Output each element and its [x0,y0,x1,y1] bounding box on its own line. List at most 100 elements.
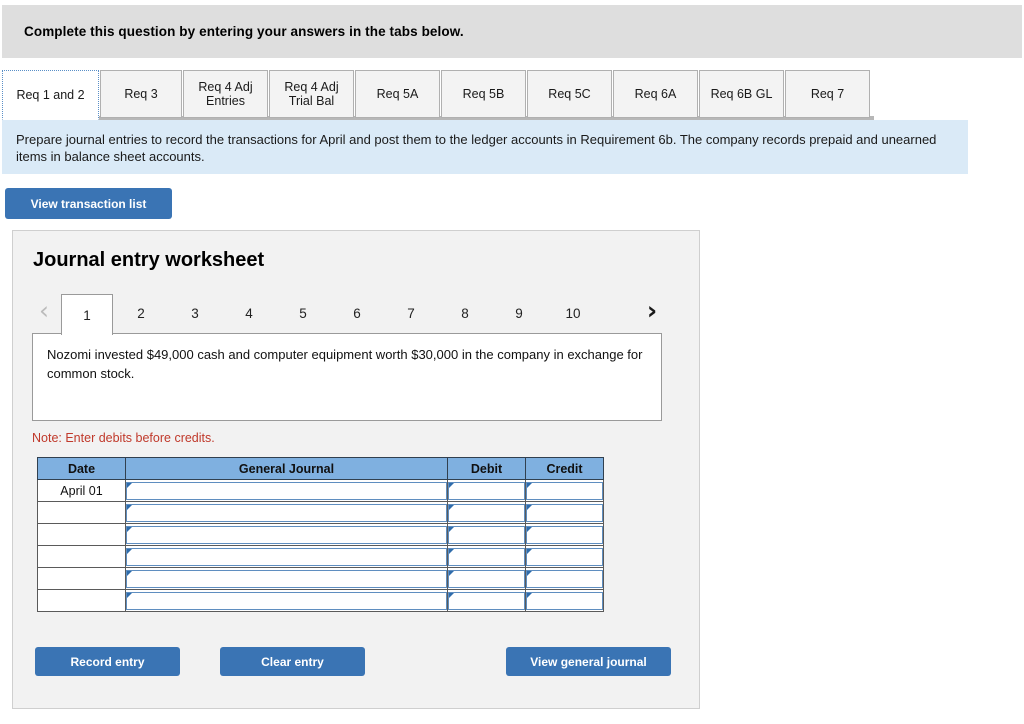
table-row [37,545,604,568]
cell-date[interactable] [37,501,126,524]
question-instruction-text: Complete this question by entering your … [24,24,464,39]
general-journal-input[interactable] [126,547,447,566]
credit-input[interactable] [526,525,603,544]
cell-general-journal [125,567,448,590]
table-row [37,589,604,612]
pager-page-6[interactable]: 6 [331,294,383,333]
tab-req-4-adj-entries[interactable]: Req 4 Adj Entries [183,70,268,118]
credit-input[interactable] [526,569,603,588]
tab-req-3[interactable]: Req 3 [100,70,182,118]
cell-general-journal [125,545,448,568]
credit-input[interactable] [526,481,603,500]
tab-req-5c[interactable]: Req 5C [527,70,612,118]
cell-credit [525,479,604,502]
tab-label: Req 5B [462,87,505,101]
cell-credit [525,501,604,524]
tab-req-6a[interactable]: Req 6A [613,70,698,118]
general-journal-input[interactable] [126,525,447,544]
tab-label: Req 6A [634,87,677,101]
cell-debit [447,567,526,590]
pager-page-4[interactable]: 4 [223,294,275,333]
cell-date[interactable] [37,523,126,546]
tab-label: Req 3 [124,87,158,101]
requirement-tabs: Req 1 and 2 Req 3 Req 4 Adj Entries Req 4 A… [2,70,1022,120]
cell-credit [525,589,604,612]
general-journal-input[interactable] [126,569,447,588]
chevron-right-icon[interactable]: › [639,297,665,327]
debit-input[interactable] [448,591,525,610]
view-transaction-list-button[interactable]: View transaction list [5,188,172,219]
tab-req-5a[interactable]: Req 5A [355,70,440,118]
cell-date[interactable]: April 01 [37,479,126,502]
journal-entry-worksheet-panel: Journal entry worksheet ‹ 1 2 3 4 5 6 7 8 9 10 › … [12,230,700,709]
pager-page-1[interactable]: 1 [61,294,113,335]
tab-req-5b[interactable]: Req 5B [441,70,526,118]
column-header-credit: Credit [525,457,604,480]
tab-label: Req 4 Adj Entries [198,80,253,108]
pager-page-7[interactable]: 7 [385,294,437,333]
record-entry-button[interactable]: Record entry [35,647,180,676]
credit-input[interactable] [526,591,603,610]
transaction-description-text: Nozomi invested $49,000 cash and compute… [47,347,643,381]
pager-page-8[interactable]: 8 [439,294,491,333]
cell-date[interactable] [37,589,126,612]
pager-page-2[interactable]: 2 [115,294,167,333]
table-row [37,567,604,590]
tab-req-1-and-2[interactable]: Req 1 and 2 [2,70,99,120]
worksheet-pager: ‹ 1 2 3 4 5 6 7 8 9 10 › [31,291,681,335]
table-row: April 01 [37,479,604,502]
cell-date[interactable] [37,545,126,568]
table-header-row: Date General Journal Debit Credit [37,457,604,480]
tab-req-4-adj-trial-bal[interactable]: Req 4 Adj Trial Bal [269,70,354,118]
question-header-bar: Complete this question by entering your … [2,5,1022,58]
debit-input[interactable] [448,525,525,544]
credit-input[interactable] [526,547,603,566]
table-row [37,501,604,524]
clear-entry-button[interactable]: Clear entry [220,647,365,676]
debit-input[interactable] [448,503,525,522]
journal-entry-table: Date General Journal Debit Credit April … [37,457,604,612]
tab-label: Req 7 [810,87,845,101]
requirement-info-text: Prepare journal entries to record the tr… [16,132,937,164]
pager-page-5[interactable]: 5 [277,294,329,333]
tab-label: Req 1 and 2 [16,88,85,102]
page-root: Complete this question by entering your … [0,0,1024,724]
worksheet-title: Journal entry worksheet [33,249,265,271]
tab-label: Req 4 Adj Trial Bal [284,80,339,108]
cell-general-journal [125,501,448,524]
pager-page-9[interactable]: 9 [493,294,545,333]
transaction-description-box: Nozomi invested $49,000 cash and compute… [32,333,662,421]
chevron-left-icon[interactable]: ‹ [31,297,57,327]
requirement-info-banner: Prepare journal entries to record the tr… [2,120,968,174]
general-journal-input[interactable] [126,481,447,500]
cell-debit [447,589,526,612]
general-journal-input[interactable] [126,503,447,522]
cell-date[interactable] [37,567,126,590]
cell-credit [525,523,604,546]
tab-label: Req 6B GL [710,87,773,101]
debit-input[interactable] [448,569,525,588]
cell-general-journal [125,479,448,502]
cell-debit [447,479,526,502]
pager-page-10[interactable]: 10 [547,294,599,333]
debit-input[interactable] [448,481,525,500]
cell-credit [525,545,604,568]
tab-req-6b-gl[interactable]: Req 6B GL [699,70,784,118]
tab-label: Req 5A [376,87,419,101]
debits-before-credits-note: Note: Enter debits before credits. [32,431,215,445]
column-header-date: Date [37,457,126,480]
cell-debit [447,501,526,524]
cell-general-journal [125,523,448,546]
tab-req-7[interactable]: Req 7 [785,70,870,118]
debit-input[interactable] [448,547,525,566]
table-row [37,523,604,546]
cell-general-journal [125,589,448,612]
view-general-journal-button[interactable]: View general journal [506,647,671,676]
general-journal-input[interactable] [126,591,447,610]
pager-page-3[interactable]: 3 [169,294,221,333]
column-header-debit: Debit [447,457,526,480]
credit-input[interactable] [526,503,603,522]
column-header-general-journal: General Journal [125,457,448,480]
cell-debit [447,523,526,546]
tab-label: Req 5C [548,87,591,101]
